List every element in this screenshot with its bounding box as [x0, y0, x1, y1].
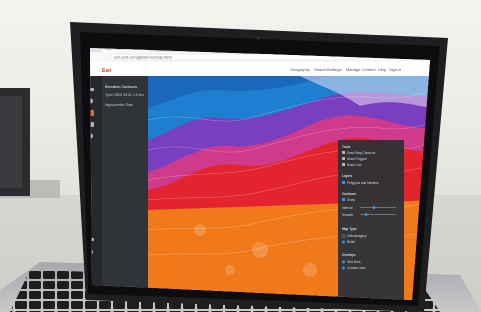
contour-option: Show	[347, 198, 356, 202]
top-link-0[interactable]: Geography	[290, 67, 310, 72]
top-link-3[interactable]: Manage Content	[346, 67, 376, 72]
tools-header: Tools	[342, 145, 350, 149]
slider-label-0: Interval	[342, 206, 353, 210]
app-logo: Esri	[102, 68, 112, 74]
sidebar-subtitle: Tyrol, DEM 2013, 2.5 km	[105, 93, 144, 97]
interval-slider-handle[interactable]	[372, 206, 376, 209]
webcam	[256, 36, 260, 40]
layers-header: Layers	[342, 174, 353, 178]
overlay-0: Grid lines	[347, 260, 361, 264]
tools-panel: Tools Draw Map Contours Draw Polygon Dra…	[338, 140, 404, 300]
laptop: Esri ArcGIS esri.esri.com/gis/demo/map.h…	[0, 22, 481, 312]
maptype-radio-1[interactable]	[342, 240, 345, 244]
sidebar	[102, 76, 148, 300]
top-links: Geography Search Settings Manage Content…	[290, 67, 401, 72]
line-tool-icon	[342, 163, 345, 166]
slider-label-1: Smooth	[342, 213, 353, 217]
overlay-1: Contour lines	[347, 266, 366, 270]
top-link-5[interactable]: Sign in	[389, 67, 401, 72]
top-link-1[interactable]: Search	[314, 67, 327, 72]
maptype-header: Map Type	[342, 227, 357, 231]
layer-checkbox[interactable]	[342, 181, 345, 184]
polygon-tool-icon	[342, 157, 345, 160]
overlays-header: Overlays	[342, 253, 356, 257]
tool-1[interactable]: Draw Polygon	[347, 157, 367, 161]
interval-slider[interactable]	[360, 207, 396, 208]
tool-2[interactable]: Draw Line	[347, 163, 362, 167]
contours-header: Contours	[342, 192, 356, 196]
address-text: esri.esri.com/gis/demo/map.html	[114, 55, 172, 60]
map-type-0: Orthoimagery	[347, 234, 367, 238]
sidebar-title: Elevation Contours	[105, 85, 137, 89]
contour-tool-icon	[342, 151, 345, 154]
screen: Esri ArcGIS esri.esri.com/gis/demo/map.h…	[90, 48, 430, 300]
smooth-slider-handle[interactable]	[364, 213, 368, 216]
map-type-1: Relief	[347, 240, 355, 244]
overlay-toggle-1[interactable]	[342, 266, 345, 270]
tool-0[interactable]: Draw Map Contours	[347, 151, 376, 155]
top-link-2[interactable]: Settings	[327, 67, 341, 72]
contour-checkbox[interactable]	[342, 198, 345, 201]
overlay-toggle-0[interactable]	[342, 260, 345, 264]
sidebar-item[interactable]: Hypsometric Tints	[105, 103, 133, 107]
layer-label: Polygons and Markers	[347, 181, 379, 185]
top-link-4[interactable]: Help	[378, 67, 387, 72]
